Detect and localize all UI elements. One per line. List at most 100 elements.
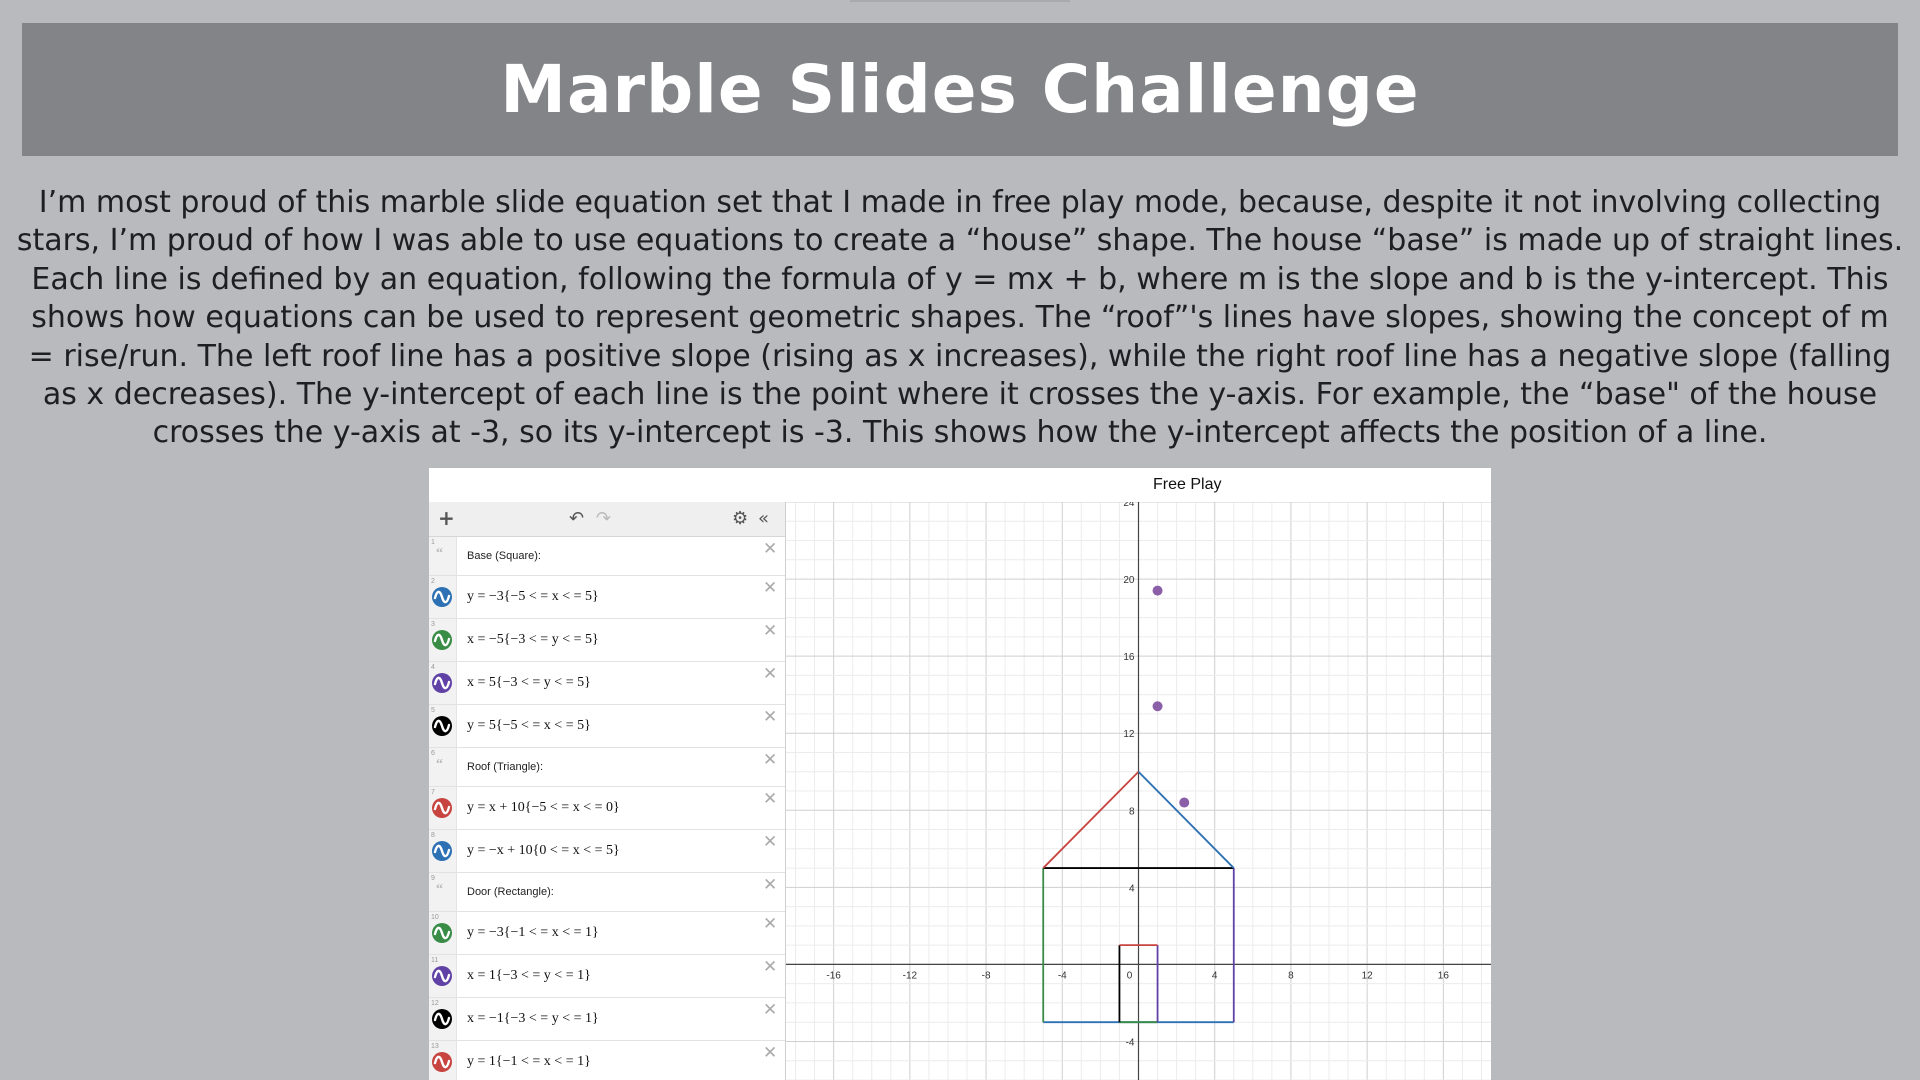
- row-number: 11: [431, 957, 439, 964]
- marble: [1152, 701, 1163, 712]
- y-tick-label: 4: [1129, 883, 1135, 894]
- expression-text[interactable]: y = −x + 10{0 < = x < = 5}: [467, 843, 620, 859]
- close-icon[interactable]: ✕: [763, 578, 777, 598]
- row-number: 1: [431, 539, 435, 546]
- y-tick-label: 24: [1123, 502, 1135, 509]
- expression-row[interactable]: 5 y = 5{−5 < = x < = 5} ✕: [429, 705, 785, 748]
- graph-toggle-icon[interactable]: [432, 587, 452, 607]
- graph-toggle-icon[interactable]: [432, 673, 452, 693]
- expression-row[interactable]: 10 y = −3{−1 < = x < = 1} ✕: [429, 912, 785, 955]
- house-segment: [1137, 771, 1235, 869]
- undo-icon[interactable]: ↶: [569, 508, 584, 529]
- expression-text[interactable]: y = 5{−5 < = x < = 5}: [467, 718, 591, 734]
- close-icon[interactable]: ✕: [763, 1000, 777, 1020]
- expression-text[interactable]: y = −3{−1 < = x < = 1}: [467, 925, 599, 941]
- row-number: 5: [431, 707, 435, 714]
- close-icon[interactable]: ✕: [763, 1043, 777, 1063]
- close-icon[interactable]: ✕: [763, 875, 777, 895]
- graph-toggle-icon[interactable]: [432, 630, 452, 650]
- row-number: 7: [431, 789, 435, 796]
- close-icon[interactable]: ✕: [763, 664, 777, 684]
- row-number: 10: [431, 914, 439, 921]
- close-icon[interactable]: ✕: [763, 750, 777, 770]
- expression-row[interactable]: 3 x = −5{−3 < = y < = 5} ✕: [429, 619, 785, 662]
- graph-toggle-icon[interactable]: [432, 1009, 452, 1029]
- app-title-bar: Free Play: [429, 468, 1491, 503]
- row-number: 12: [431, 1000, 439, 1007]
- x-tick-label: -16: [826, 970, 841, 981]
- close-icon[interactable]: ✕: [763, 957, 777, 977]
- graph-toggle-icon[interactable]: [432, 1052, 452, 1072]
- quote-icon: “: [436, 882, 443, 897]
- expression-row[interactable]: 11 x = 1{−3 < = y < = 1} ✕: [429, 955, 785, 998]
- y-tick-label: -4: [1126, 1037, 1135, 1048]
- x-tick-label: -4: [1058, 970, 1067, 981]
- redo-icon[interactable]: ↷: [596, 508, 611, 529]
- x-tick-label: -8: [982, 970, 991, 981]
- desmos-screenshot: Free Play + ↶ ↷ ⚙ « 1 “ Base (Square): ✕ 2 y …: [429, 468, 1491, 1080]
- double-chevron-left-icon[interactable]: «: [758, 508, 769, 529]
- close-icon[interactable]: ✕: [763, 539, 777, 559]
- expression-text[interactable]: x = −5{−3 < = y < = 5}: [467, 632, 599, 648]
- expression-text[interactable]: x = −1{−3 < = y < = 1}: [467, 1011, 599, 1027]
- house-segment: [1042, 771, 1140, 869]
- y-tick-label: 8: [1129, 806, 1135, 817]
- close-icon[interactable]: ✕: [763, 789, 777, 809]
- note-row[interactable]: 9 “ Door (Rectangle): ✕: [429, 873, 785, 912]
- note-text[interactable]: Door (Rectangle):: [467, 886, 554, 898]
- close-icon[interactable]: ✕: [763, 707, 777, 727]
- marble: [1179, 797, 1190, 808]
- row-number: 13: [431, 1043, 439, 1050]
- graph-toggle-icon[interactable]: [432, 716, 452, 736]
- graph-toggle-icon[interactable]: [432, 923, 452, 943]
- description-paragraph: I’m most proud of this marble slide equa…: [16, 185, 1904, 451]
- expression-text[interactable]: x = 1{−3 < = y < = 1}: [467, 968, 591, 984]
- expression-row[interactable]: 2 y = −3{−5 < = x < = 5} ✕: [429, 576, 785, 619]
- expression-text[interactable]: y = −3{−5 < = x < = 5}: [467, 589, 599, 605]
- close-icon[interactable]: ✕: [763, 914, 777, 934]
- expression-row[interactable]: 7 y = x + 10{−5 < = x < = 0} ✕: [429, 787, 785, 830]
- close-icon[interactable]: ✕: [763, 621, 777, 641]
- graph-toggle-icon[interactable]: [432, 841, 452, 861]
- expression-toolbar: + ↶ ↷ ⚙ «: [429, 502, 785, 537]
- row-number: 3: [431, 621, 435, 628]
- note-text[interactable]: Roof (Triangle):: [467, 761, 543, 773]
- row-number: 6: [431, 750, 435, 757]
- x-tick-label: 8: [1288, 970, 1294, 981]
- expression-text[interactable]: y = x + 10{−5 < = x < = 0}: [467, 800, 620, 816]
- expression-panel: + ↶ ↷ ⚙ « 1 “ Base (Square): ✕ 2 y = −3{−5 < …: [429, 502, 786, 1080]
- row-number: 8: [431, 832, 435, 839]
- x-tick-label: -12: [903, 970, 918, 981]
- y-tick-label: 20: [1123, 575, 1135, 586]
- x-tick-label: 12: [1362, 970, 1374, 981]
- expression-row[interactable]: 4 x = 5{−3 < = y < = 5} ✕: [429, 662, 785, 705]
- expression-row[interactable]: 13 y = 1{−1 < = x < = 1} ✕: [429, 1041, 785, 1080]
- close-icon[interactable]: ✕: [763, 832, 777, 852]
- graph-paper[interactable]: -16 -12 -8 -4 0 4 8 12 16 24 20 16 12 8 4 -4: [786, 502, 1491, 1080]
- note-row[interactable]: 1 “ Base (Square): ✕: [429, 537, 785, 576]
- expression-row[interactable]: 12 x = −1{−3 < = y < = 1} ✕: [429, 998, 785, 1041]
- note-row[interactable]: 6 “ Roof (Triangle): ✕: [429, 748, 785, 787]
- top-divider: [850, 0, 1070, 2]
- expression-text[interactable]: y = 1{−1 < = x < = 1}: [467, 1054, 591, 1070]
- x-tick-label: 16: [1438, 970, 1450, 981]
- note-text[interactable]: Base (Square):: [467, 550, 541, 562]
- expression-list: 1 “ Base (Square): ✕ 2 y = −3{−5 < = x < = 5}…: [429, 537, 785, 1080]
- page-title: Marble Slides Challenge: [500, 51, 1420, 128]
- x-tick-label: 0: [1127, 970, 1133, 981]
- row-number: 2: [431, 578, 435, 585]
- row-number: 4: [431, 664, 435, 671]
- row-number: 9: [431, 875, 435, 882]
- title-banner: Marble Slides Challenge: [22, 23, 1898, 156]
- graph-toggle-icon[interactable]: [432, 798, 452, 818]
- graph-toggle-icon[interactable]: [432, 966, 452, 986]
- marble: [1152, 585, 1163, 596]
- graph-svg[interactable]: -16 -12 -8 -4 0 4 8 12 16 24 20 16 12 8 4 -4: [786, 502, 1491, 1080]
- gear-icon[interactable]: ⚙: [732, 508, 748, 529]
- plus-icon[interactable]: +: [438, 506, 455, 530]
- x-tick-label: 4: [1212, 970, 1218, 981]
- expression-row[interactable]: 8 y = −x + 10{0 < = x < = 5} ✕: [429, 830, 785, 873]
- y-tick-label: 16: [1123, 652, 1135, 663]
- expression-text[interactable]: x = 5{−3 < = y < = 5}: [467, 675, 591, 691]
- quote-icon: “: [436, 757, 443, 772]
